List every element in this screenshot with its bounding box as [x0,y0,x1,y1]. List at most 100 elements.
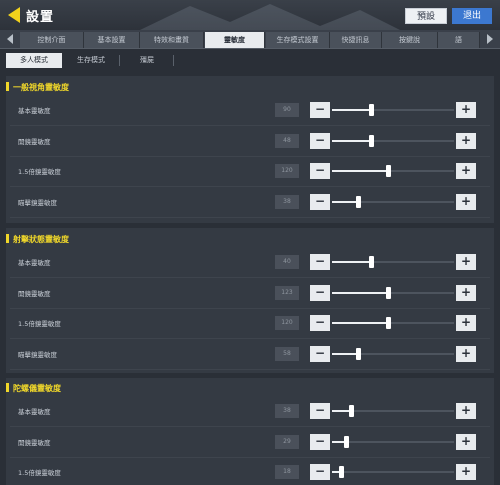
increase-button[interactable]: + [456,193,476,210]
increase-button[interactable]: + [456,132,476,149]
back-arrow-icon[interactable] [8,7,20,23]
sensitivity-slider[interactable] [332,466,454,478]
section-title-text: 射擊狀態靈敏度 [13,235,69,244]
subtab-divider [173,55,174,66]
increase-button[interactable]: + [456,464,476,480]
exit-button[interactable]: 退出 [452,8,492,24]
decrease-button[interactable]: − [310,315,330,331]
increase-button[interactable]: + [456,163,476,179]
decrease-button[interactable]: − [310,254,330,270]
sensitivity-value[interactable]: 48 [275,133,299,148]
row-divider [10,216,490,218]
decrease-button[interactable]: − [310,163,330,179]
decrease-button[interactable]: − [310,284,330,301]
increase-button[interactable]: + [456,254,476,270]
slider-thumb[interactable] [386,165,392,177]
sensitivity-label: 1.5倍鏡靈敏度 [18,469,61,477]
slider-thumb[interactable] [348,405,354,417]
sensitivity-slider[interactable] [332,165,454,177]
sensitivity-label: 開鏡靈敏度 [18,137,51,146]
tab-key-guide[interactable]: 按鍵說 [382,32,438,48]
sensitivity-value[interactable]: 120 [275,164,299,178]
sensitivity-value[interactable]: 58 [275,346,299,361]
section-marker [6,383,9,392]
tab-scroll-left-icon[interactable] [7,34,13,44]
slider-thumb[interactable] [369,134,375,147]
sensitivity-slider[interactable] [332,104,454,116]
slider-thumb[interactable] [355,347,361,360]
slider-thumb[interactable] [386,317,392,329]
sensitivity-value[interactable]: 38 [275,194,299,209]
increase-button[interactable]: + [456,284,476,301]
section-title: 射擊狀態靈敏度 [6,232,69,248]
section-title: 一般視角靈敏度 [6,80,69,96]
slider-fill [332,170,390,172]
sensitivity-value[interactable]: 40 [275,255,299,269]
tab-language[interactable]: 語 [438,32,480,48]
subtab-zombie[interactable]: 殭屍 [122,53,172,68]
sensitivity-slider[interactable] [332,134,454,147]
sensitivity-label: 開鏡靈敏度 [18,289,51,298]
row-divider [10,307,490,309]
slider-fill [332,291,390,294]
sensitivity-value[interactable]: 38 [275,404,299,418]
sensitivity-label: 開鏡靈敏度 [18,438,51,447]
increase-button[interactable]: + [456,403,476,419]
decrease-button[interactable]: − [310,102,330,118]
tab-graphics[interactable]: 特效和畫質 [140,32,204,48]
slider-thumb[interactable] [355,195,361,208]
slider-thumb[interactable] [343,435,349,448]
reset-button[interactable]: 預設 [405,8,447,24]
sensitivity-value[interactable]: 120 [275,316,299,330]
sensitivity-value[interactable]: 29 [275,434,299,449]
decrease-button[interactable]: − [310,464,330,480]
slider-thumb[interactable] [369,256,375,268]
slider-thumb[interactable] [369,104,375,116]
increase-button[interactable]: + [456,315,476,331]
sensitivity-row: 1.5倍鏡靈敏度 120− + [10,161,490,187]
settings-header: 設置 預設 退出 [0,0,500,30]
decrease-button[interactable]: − [310,193,330,210]
sensitivity-label: 瞄擊鏡靈敏度 [18,350,57,359]
decrease-button[interactable]: − [310,345,330,362]
row-divider [10,186,490,187]
tab-quick-messages[interactable]: 快捷訊息 [330,32,382,48]
increase-button[interactable]: + [456,102,476,118]
sensitivity-slider[interactable] [332,286,454,299]
decrease-button[interactable]: − [310,433,330,450]
sensitivity-label: 基本靈敏度 [18,259,51,267]
tab-scroll-right-icon[interactable] [487,34,493,44]
tab-basic-settings[interactable]: 基本設置 [84,32,140,48]
tab-sensitivity[interactable]: 靈敏度 [205,32,265,48]
sensitivity-slider[interactable] [332,256,454,268]
decrease-button[interactable]: − [310,403,330,419]
sensitivity-value[interactable]: 90 [275,103,299,117]
sensitivity-label: 1.5倍鏡靈敏度 [18,320,61,328]
sensitivity-row: 1.5倍鏡靈敏度 120− + [10,313,490,339]
row-divider [10,125,490,126]
sensitivity-slider[interactable] [332,317,454,329]
subtab-multiplayer[interactable]: 多人模式 [6,53,62,68]
tab-survival-settings[interactable]: 生存模式設置 [266,32,330,48]
slider-fill [332,322,390,324]
sensitivity-row: 開鏡靈敏度 29− + [10,432,490,458]
sensitivity-row: 開鏡靈敏度 123− + [10,283,490,309]
sensitivity-slider[interactable] [332,347,454,360]
sensitivity-slider[interactable] [332,405,454,417]
sensitivity-value[interactable]: 123 [275,285,299,300]
sensitivity-value[interactable]: 18 [275,465,299,479]
sensitivity-row: 瞄擊鏡靈敏度 58− + [10,344,490,370]
subtab-survival[interactable]: 生存模式 [64,53,118,68]
increase-button[interactable]: + [456,433,476,450]
row-divider [10,456,490,458]
slider-thumb[interactable] [338,466,344,478]
slider-fill [332,200,359,203]
decrease-button[interactable]: − [310,132,330,149]
subtab-divider [119,55,120,66]
tab-controls[interactable]: 控制介面 [20,32,84,48]
slider-thumb[interactable] [386,286,392,299]
increase-button[interactable]: + [456,345,476,362]
section-marker [6,234,9,243]
sensitivity-slider[interactable] [332,435,454,448]
sensitivity-slider[interactable] [332,195,454,208]
